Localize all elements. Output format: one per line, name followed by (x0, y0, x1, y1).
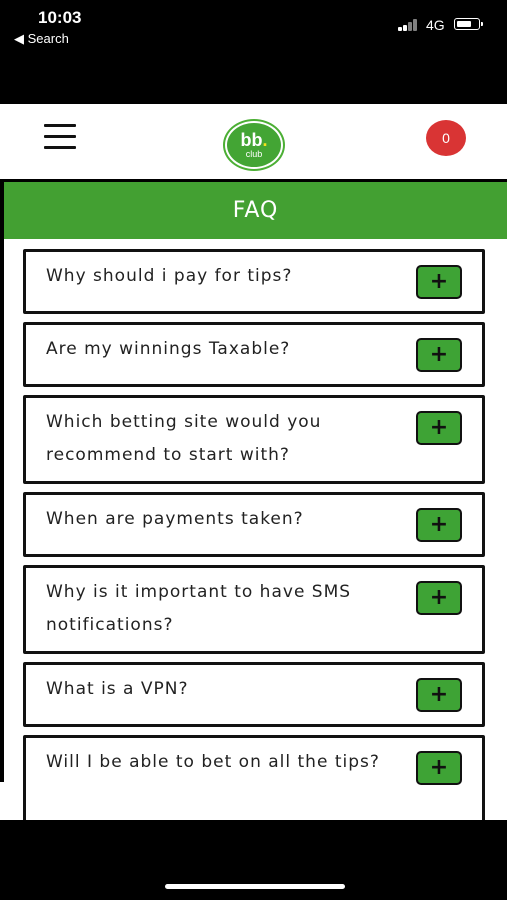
page-title: FAQ (4, 182, 507, 239)
faq-item[interactable]: Will I be able to bet on all the tips? + (23, 735, 485, 820)
cart-count-badge[interactable]: 0 (426, 120, 466, 156)
menu-icon[interactable] (44, 124, 76, 150)
network-type: 4G (426, 17, 445, 33)
expand-button[interactable]: + (416, 678, 462, 712)
faq-question: Why should i pay for tips? (46, 266, 293, 286)
app-header: bb. club 0 (0, 104, 507, 182)
expand-button[interactable]: + (416, 411, 462, 445)
signal-strength-icon (398, 19, 420, 31)
faq-question: Why is it important to have SMS notifica… (46, 582, 352, 635)
expand-button[interactable]: + (416, 265, 462, 299)
faq-question: Will I be able to bet on all the tips? (46, 752, 380, 772)
faq-item[interactable]: Which betting site would you recommend t… (23, 395, 485, 484)
app-screen: bb. club 0 FAQ Why should i pay for tips… (0, 104, 507, 820)
faq-question: What is a VPN? (46, 679, 189, 699)
status-bar: 10:03 ◀ Search 4G (0, 0, 507, 104)
battery-icon (454, 18, 483, 30)
faq-item[interactable]: Why should i pay for tips? + (23, 249, 485, 314)
faq-question: Which betting site would you recommend t… (46, 412, 322, 465)
bb-club-logo[interactable]: bb. club (223, 119, 285, 171)
faq-question: When are payments taken? (46, 509, 304, 529)
faq-item[interactable]: What is a VPN? + (23, 662, 485, 727)
expand-button[interactable]: + (416, 508, 462, 542)
home-indicator[interactable] (165, 884, 345, 889)
expand-button[interactable]: + (416, 338, 462, 372)
faq-question: Are my winnings Taxable? (46, 339, 291, 359)
faq-item[interactable]: When are payments taken? + (23, 492, 485, 557)
logo-subtext: club (245, 149, 263, 159)
logo-text: bb. (240, 130, 268, 150)
expand-button[interactable]: + (416, 751, 462, 785)
back-to-search-link[interactable]: ◀ Search (14, 31, 69, 47)
faq-item[interactable]: Why is it important to have SMS notifica… (23, 565, 485, 654)
status-time: 10:03 (38, 8, 82, 27)
faq-item[interactable]: Are my winnings Taxable? + (23, 322, 485, 387)
expand-button[interactable]: + (416, 581, 462, 615)
